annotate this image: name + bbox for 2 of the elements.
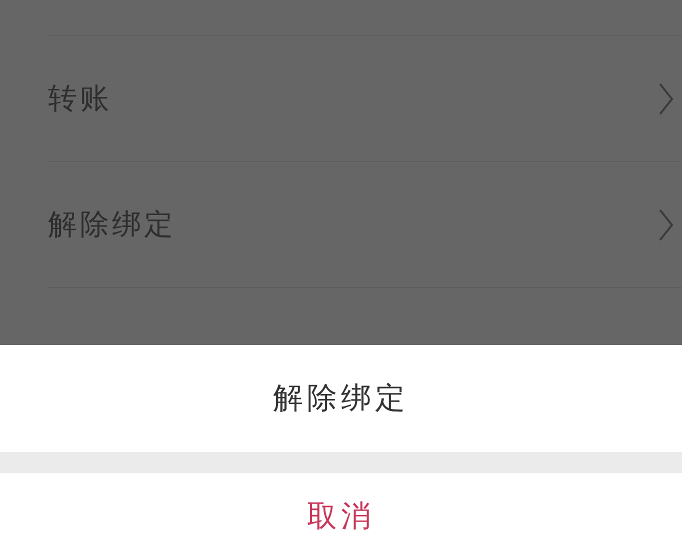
chevron-right-icon <box>658 82 674 116</box>
chevron-right-icon <box>658 208 674 242</box>
